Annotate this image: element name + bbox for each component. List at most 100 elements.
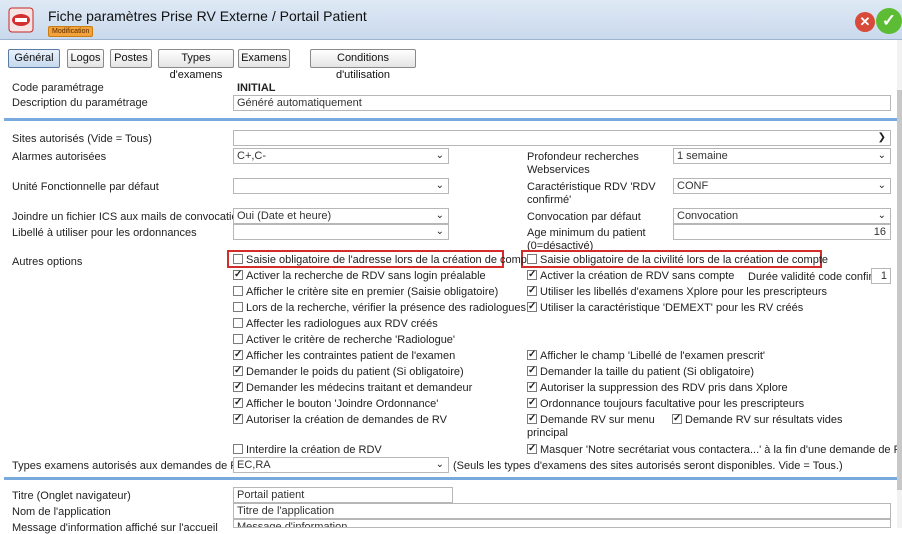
sites-label: Sites autorisés (Vide = Tous) bbox=[12, 133, 152, 145]
ics-select[interactable]: Oui (Date et heure) ⌄ bbox=[233, 208, 449, 224]
option-contraintes-patient[interactable]: Afficher les contraintes patient de l'ex… bbox=[233, 348, 455, 363]
option-suppression-rdv[interactable]: Autoriser la suppression des RDV pris da… bbox=[527, 380, 788, 395]
option-demande-menu[interactable]: Demande RV sur menu principal bbox=[527, 412, 667, 440]
duree-validite-label: Durée validité code confirm. bbox=[748, 271, 885, 283]
option-libelles-xplore[interactable]: Utiliser les libellés d'examens Xplore p… bbox=[527, 284, 827, 299]
checkbox-checked-icon bbox=[672, 412, 682, 425]
alarmes-label: Alarmes autorisées bbox=[12, 151, 107, 163]
option-civilite-obligatoire[interactable]: Saisie obligatoire de la civilité lors d… bbox=[527, 254, 828, 267]
nom-input[interactable]: Titre de l'application bbox=[233, 503, 891, 519]
tab-logos[interactable]: Logos bbox=[67, 49, 104, 68]
option-interdire-rdv[interactable]: Interdire la création de RDV bbox=[233, 444, 382, 457]
checkbox-checked-icon bbox=[527, 284, 537, 297]
checkbox-checked-icon bbox=[233, 412, 243, 425]
section-separator bbox=[4, 118, 897, 121]
option-masquer-secretariat[interactable]: Masquer 'Notre secrétariat vous contacte… bbox=[527, 442, 902, 457]
checkbox-checked-icon bbox=[233, 364, 243, 377]
checkbox-checked-icon bbox=[527, 364, 537, 377]
convocation-select[interactable]: Convocation ⌄ bbox=[673, 208, 891, 224]
checkbox-checked-icon bbox=[527, 380, 537, 393]
option-verifier-radiologues[interactable]: Lors de la recherche, vérifier la présen… bbox=[233, 302, 526, 315]
types-examens-label: Types examens autorisés aux demandes de … bbox=[12, 460, 246, 472]
uf-select[interactable]: ⌄ bbox=[233, 178, 449, 194]
tab-conditions[interactable]: Conditions d'utilisation bbox=[310, 49, 416, 81]
tab-types-examens[interactable]: Types d'examens bbox=[158, 49, 234, 81]
option-joindre-ordonnance[interactable]: Afficher le bouton 'Joindre Ordonnance' bbox=[233, 396, 438, 411]
tab-examens[interactable]: Examens bbox=[238, 49, 290, 68]
profondeur-label: Profondeur recherches Webservices bbox=[527, 151, 639, 176]
option-poids-patient[interactable]: Demander le poids du patient (Si obligat… bbox=[233, 364, 464, 379]
option-libelle-examen[interactable]: Afficher le champ 'Libellé de l'examen p… bbox=[527, 348, 765, 363]
description-label: Description du paramétrage bbox=[12, 97, 148, 109]
checkbox-icon bbox=[233, 334, 243, 344]
chevron-down-icon: ⌄ bbox=[435, 180, 444, 191]
checkbox-checked-icon bbox=[527, 412, 537, 425]
title-bar: Fiche paramètres Prise RV Externe / Port… bbox=[0, 0, 902, 40]
option-demandes-rv[interactable]: Autoriser la création de demandes de RV bbox=[233, 412, 447, 427]
option-recherche-sans-login[interactable]: Activer la recherche de RDV sans login p… bbox=[233, 268, 486, 283]
option-critere-site[interactable]: Afficher le critère site en premier (Sai… bbox=[233, 286, 498, 299]
chevron-down-icon: ⌄ bbox=[435, 150, 444, 161]
chevron-down-icon: ❯ bbox=[877, 132, 886, 143]
age-min-input[interactable]: 16 bbox=[673, 224, 891, 240]
uf-label: Unité Fonctionnelle par défaut bbox=[12, 181, 159, 193]
checkbox-icon bbox=[233, 286, 243, 296]
option-affecter-radiologues[interactable]: Affecter les radiologues aux RDV créés bbox=[233, 318, 438, 331]
chevron-down-icon: ⌄ bbox=[877, 150, 886, 161]
chevron-down-icon: ⌄ bbox=[435, 210, 444, 221]
checkbox-icon bbox=[527, 254, 537, 264]
alarmes-select[interactable]: C+,C- ⌄ bbox=[233, 148, 449, 164]
section-separator bbox=[4, 477, 897, 480]
option-medecins[interactable]: Demander les médecins traitant et demand… bbox=[233, 380, 472, 395]
chevron-down-icon: ⌄ bbox=[435, 226, 444, 237]
description-input[interactable]: Généré automatiquement bbox=[233, 95, 891, 111]
sites-select[interactable]: ❯ bbox=[233, 130, 891, 146]
code-label: Code paramétrage bbox=[12, 82, 104, 94]
nom-label: Nom de l'application bbox=[12, 506, 111, 518]
option-taille-patient[interactable]: Demander la taille du patient (Si obliga… bbox=[527, 364, 754, 379]
app-logo-icon bbox=[8, 7, 34, 33]
code-value: INITIAL bbox=[237, 82, 276, 94]
close-button[interactable]: ✕ bbox=[855, 12, 875, 32]
checkbox-checked-icon bbox=[233, 396, 243, 409]
ics-value: Oui (Date et heure) bbox=[237, 210, 332, 222]
checkbox-icon bbox=[233, 444, 243, 454]
checkbox-checked-icon bbox=[233, 348, 243, 361]
profondeur-select[interactable]: 1 semaine ⌄ bbox=[673, 148, 891, 164]
message-input[interactable]: Message d'information bbox=[233, 519, 891, 528]
autres-options-label: Autres options bbox=[12, 256, 83, 268]
mode-badge: Modification bbox=[48, 26, 94, 37]
convocation-label: Convocation par défaut bbox=[527, 211, 641, 223]
caracteristique-select[interactable]: CONF ⌄ bbox=[673, 178, 891, 194]
tab-postes[interactable]: Postes bbox=[110, 49, 152, 68]
checkbox-checked-icon bbox=[527, 396, 537, 409]
checkbox-checked-icon bbox=[527, 268, 537, 281]
ordonnances-label: Libellé à utiliser pour les ordonnances bbox=[12, 227, 197, 239]
validate-button[interactable]: ✓ bbox=[876, 8, 902, 34]
ordonnances-select[interactable]: ⌄ bbox=[233, 224, 449, 240]
option-critere-radiologue[interactable]: Activer le critère de recherche 'Radiolo… bbox=[233, 334, 455, 347]
option-adresse-obligatoire[interactable]: Saisie obligatoire de l'adresse lors de … bbox=[233, 254, 536, 267]
convocation-value: Convocation bbox=[677, 210, 739, 222]
checkbox-checked-icon bbox=[527, 348, 537, 361]
types-examens-note: (Seuls les types d'examens des sites aut… bbox=[453, 460, 843, 472]
checkbox-checked-icon bbox=[527, 442, 537, 455]
checkbox-icon bbox=[233, 254, 243, 264]
duree-validite-input[interactable]: 1 bbox=[871, 268, 891, 284]
checkbox-checked-icon bbox=[233, 380, 243, 393]
option-demande-resultats-vides[interactable]: Demande RV sur résultats vides bbox=[672, 412, 843, 427]
types-examens-select[interactable]: EC,RA ⌄ bbox=[233, 457, 449, 473]
tab-general[interactable]: Général bbox=[8, 49, 60, 68]
chevron-down-icon: ⌄ bbox=[435, 459, 444, 470]
alarmes-value: C+,C- bbox=[237, 150, 267, 162]
scrollbar-thumb[interactable] bbox=[897, 90, 902, 490]
option-ordonnance-facultative[interactable]: Ordonnance toujours facultative pour les… bbox=[527, 396, 804, 411]
titre-input[interactable]: Portail patient bbox=[233, 487, 453, 503]
option-rdv-sans-compte[interactable]: Activer la création de RDV sans compte bbox=[527, 268, 734, 283]
checkbox-checked-icon bbox=[233, 268, 243, 281]
checkbox-icon bbox=[233, 318, 243, 328]
caracteristique-value: CONF bbox=[677, 180, 709, 192]
window-title: Fiche paramètres Prise RV Externe / Port… bbox=[48, 8, 367, 24]
option-demext[interactable]: Utiliser la caractéristique 'DEMEXT' pou… bbox=[527, 300, 803, 315]
types-examens-value: EC,RA bbox=[237, 459, 271, 471]
